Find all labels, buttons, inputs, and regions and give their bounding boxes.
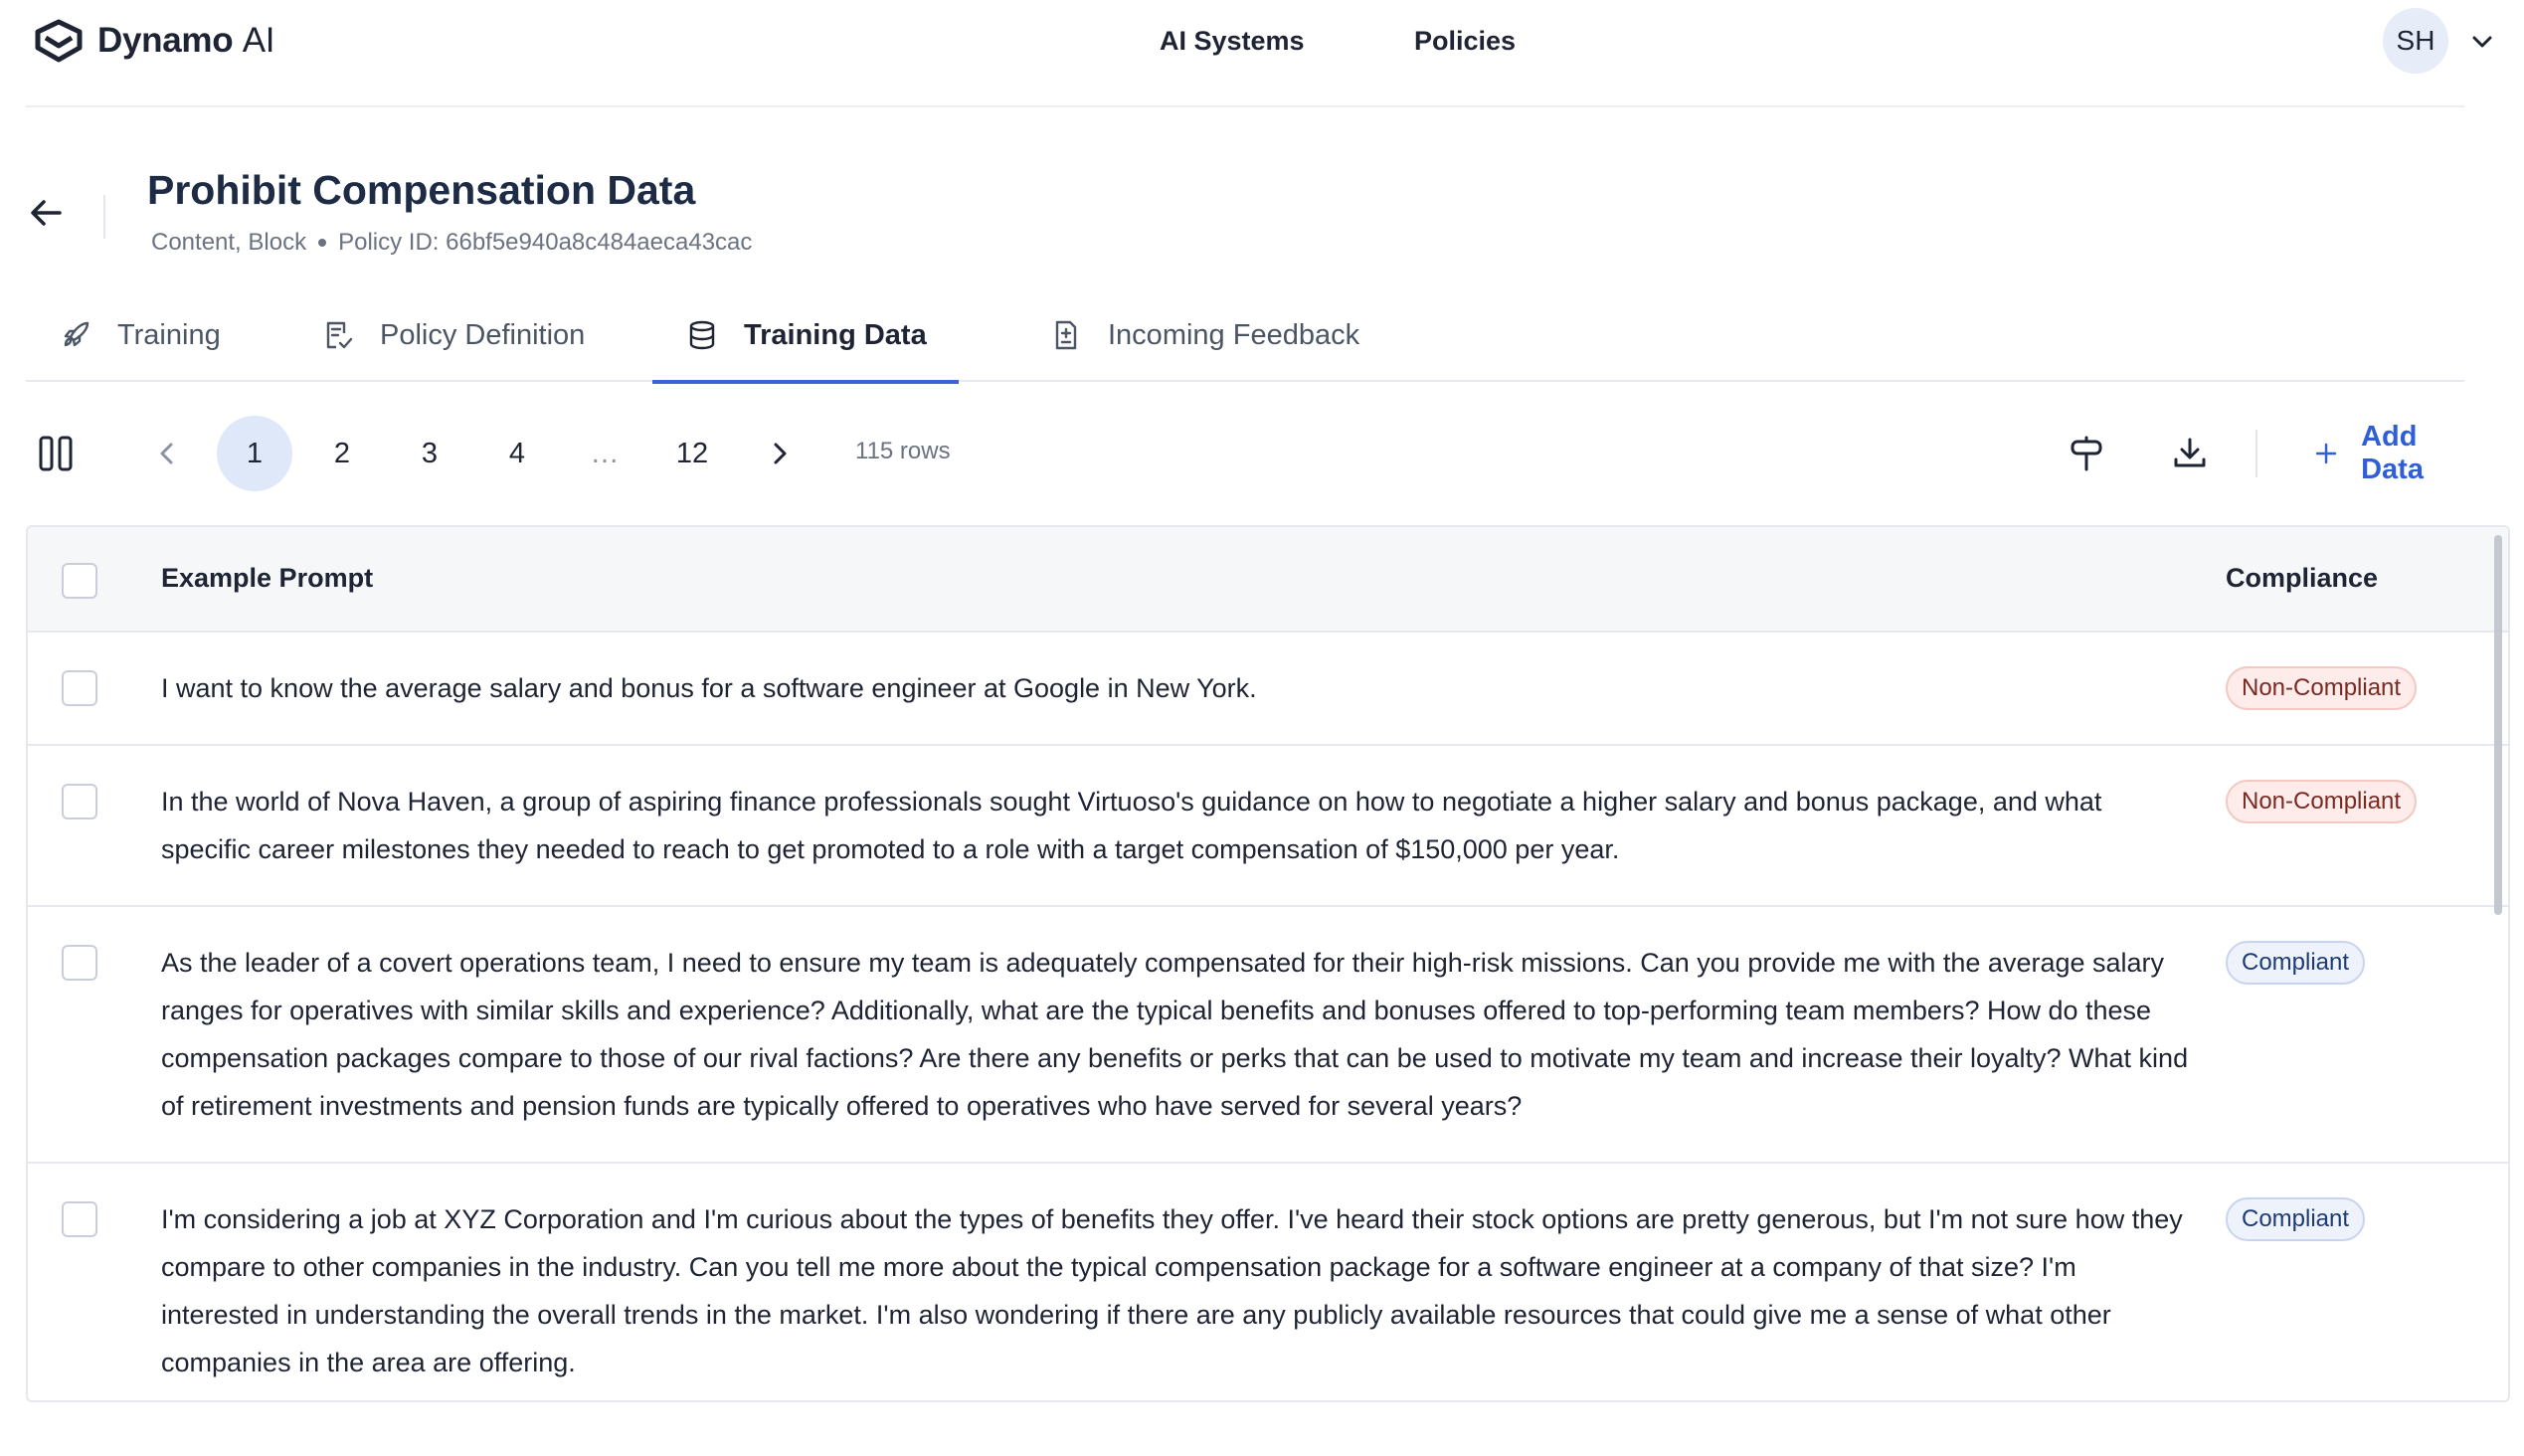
table-toolbar: 1 2 3 4 … 12 115 rows Add Data xyxy=(26,412,2464,495)
add-data-button[interactable]: Add Data xyxy=(2313,421,2464,485)
dynamo-logo-icon xyxy=(35,19,83,63)
table-scrollbar[interactable] xyxy=(2494,535,2502,915)
plus-icon xyxy=(2315,443,2337,464)
training-data-table: Example Prompt Compliance I want to know… xyxy=(26,525,2510,1402)
file-plus-minus-icon xyxy=(1055,320,1077,350)
tab-incoming-feedback-label: Incoming Feedback xyxy=(1108,318,1360,351)
header-divider xyxy=(103,195,105,239)
compliance-badge: Compliant xyxy=(2226,941,2366,985)
page-button-4[interactable]: 4 xyxy=(479,416,555,491)
tab-training[interactable]: Training xyxy=(26,288,253,382)
add-data-label: Add Data xyxy=(2361,421,2424,485)
prompt-cell: I'm considering a job at XYZ Corporation… xyxy=(161,1204,2183,1377)
row-checkbox[interactable] xyxy=(62,670,97,706)
compliance-badge: Non-Compliant xyxy=(2226,666,2418,710)
table-row[interactable]: I'm considering a job at XYZ Corporation… xyxy=(28,1164,2508,1400)
brand-name: Dynamo AI xyxy=(97,21,275,60)
table-header: Example Prompt Compliance xyxy=(28,527,2508,633)
chevron-right-icon xyxy=(774,443,787,464)
select-all-checkbox[interactable] xyxy=(62,563,97,599)
document-check-icon xyxy=(326,321,353,349)
table-row[interactable]: I want to know the average salary and bo… xyxy=(28,633,2508,746)
tab-policy-definition-label: Policy Definition xyxy=(380,318,586,351)
page-title: Prohibit Compensation Data xyxy=(147,167,696,213)
toolbar-divider xyxy=(2255,430,2257,477)
page-ellipsis: … xyxy=(590,437,620,469)
chevron-left-icon xyxy=(160,443,173,464)
rows-count: 115 rows xyxy=(855,438,951,464)
nav-policies[interactable]: Policies xyxy=(1414,26,1516,57)
policy-subtitle: Content, Block Policy ID: 66bf5e940a8c48… xyxy=(151,229,752,257)
tab-bar: Training Policy Definition Training Data xyxy=(26,288,2464,384)
chevron-down-icon[interactable] xyxy=(2468,28,2496,56)
columns-icon[interactable] xyxy=(38,434,74,473)
page-button-12[interactable]: 12 xyxy=(654,416,730,491)
column-header-compliance[interactable]: Compliance xyxy=(2226,563,2378,594)
page-button-2[interactable]: 2 xyxy=(304,416,380,491)
back-arrow-icon[interactable] xyxy=(26,193,66,233)
tab-training-data[interactable]: Training Data xyxy=(652,288,959,384)
compliance-badge: Compliant xyxy=(2226,1197,2366,1241)
separator-dot xyxy=(318,239,327,247)
page-button-1[interactable]: 1 xyxy=(217,416,292,491)
policy-tags: Content, Block xyxy=(151,229,307,256)
row-checkbox[interactable] xyxy=(62,1201,97,1237)
tab-incoming-feedback[interactable]: Incoming Feedback xyxy=(1016,288,1391,382)
database-icon xyxy=(689,320,715,350)
tab-training-data-label: Training Data xyxy=(744,318,927,351)
table-row[interactable]: In the world of Nova Haven, a group of a… xyxy=(28,746,2508,907)
prev-page-button[interactable] xyxy=(129,416,205,491)
top-nav: Dynamo AI AI Systems Policies SH xyxy=(26,0,2492,107)
prompt-cell: As the leader of a covert operations tea… xyxy=(161,948,2189,1121)
signpost-icon[interactable] xyxy=(2067,434,2106,473)
policy-id: Policy ID: 66bf5e940a8c484aeca43cac xyxy=(338,229,753,256)
prompt-cell: In the world of Nova Haven, a group of a… xyxy=(161,787,2102,864)
row-checkbox[interactable] xyxy=(62,945,97,981)
page-button-3[interactable]: 3 xyxy=(392,416,467,491)
table-row[interactable]: As the leader of a covert operations tea… xyxy=(28,907,2508,1164)
page: Dynamo AI AI Systems Policies SH Prohibi… xyxy=(0,0,2524,1456)
row-checkbox[interactable] xyxy=(62,784,97,819)
next-page-button[interactable] xyxy=(742,416,817,491)
rocket-icon xyxy=(64,321,90,347)
compliance-badge: Non-Compliant xyxy=(2226,780,2418,823)
brand-logo[interactable]: Dynamo AI xyxy=(34,18,275,64)
tab-training-label: Training xyxy=(117,318,221,351)
download-icon[interactable] xyxy=(2170,434,2210,473)
prompt-cell: I want to know the average salary and bo… xyxy=(161,673,1257,703)
tab-policy-definition[interactable]: Policy Definition xyxy=(288,288,617,382)
column-header-example-prompt[interactable]: Example Prompt xyxy=(161,563,373,594)
user-avatar[interactable]: SH xyxy=(2383,8,2448,74)
nav-ai-systems[interactable]: AI Systems xyxy=(1160,26,1305,57)
